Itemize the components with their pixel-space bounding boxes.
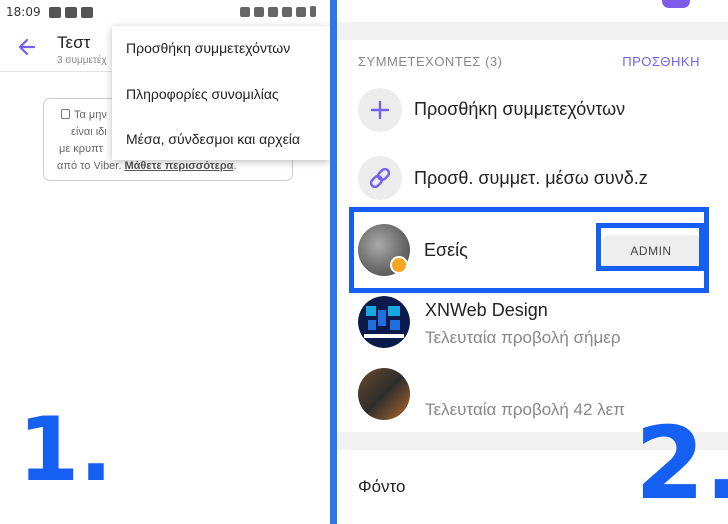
section-separator: [337, 22, 728, 40]
panel-divider: [330, 0, 337, 524]
menu-item-chat-info[interactable]: Πληροφορίες συνομιλίας: [126, 86, 279, 102]
link-icon: [369, 167, 391, 189]
info-line-3: με κρυπτ: [59, 143, 104, 155]
background-setting[interactable]: Φόντο: [358, 477, 405, 497]
info-text-1: Τα μην: [74, 109, 107, 121]
status-time: 18:09: [6, 5, 41, 19]
step-number-2: 2.: [635, 405, 728, 522]
status-bar: 18:09: [0, 0, 330, 24]
info-line-2: είναι ιδι: [71, 126, 107, 138]
right-panel: ΣΥΜΜΕΤΕΧΟΝΤΕΣ (3) ΠΡΟΣΘΗΚΗ Προσθήκη συμμ…: [337, 0, 728, 524]
xnweb-logo-icon: [358, 296, 410, 348]
add-participants-row[interactable]: Προσθήκη συμμετεχόντων: [414, 99, 625, 120]
chat-title[interactable]: Τεστ: [57, 33, 90, 53]
youtube-icon: [80, 6, 93, 18]
highlight-admin-badge: [596, 223, 704, 271]
left-panel: 18:09 Τεστ 3 συμμετέχ Τα μην είναι ιδι μ…: [0, 0, 330, 524]
status-icons: [240, 6, 316, 17]
info-text-4-end: .: [233, 160, 237, 172]
avatar-participant-3[interactable]: [358, 368, 410, 420]
participants-section-title: ΣΥΜΜΕΤΕΧΟΝΤΕΣ (3): [358, 54, 503, 69]
plus-icon: [370, 100, 390, 120]
chat-subtitle: 3 συμμετέχ: [57, 55, 107, 66]
gallery-icon: [48, 6, 61, 18]
bluetooth-icon: [254, 6, 264, 17]
step-number-1: 1.: [18, 398, 113, 501]
add-via-link-row-icon-bg[interactable]: [358, 156, 402, 200]
menu-item-add-participants[interactable]: Προσθήκη συμμετεχόντων: [126, 40, 290, 56]
back-arrow-icon[interactable]: [16, 36, 38, 58]
info-line-4: από το Viber. Μάθετε περισσότερα.: [57, 158, 237, 174]
toggle-switch[interactable]: [662, 0, 690, 8]
menu-item-media-links-files[interactable]: Μέσα, σύνδεσμοι και αρχεία: [126, 131, 300, 147]
volte-icon: [268, 6, 278, 17]
add-participants-link[interactable]: ΠΡΟΣΘΗΚΗ: [622, 54, 700, 69]
overflow-menu: Προσθήκη συμμετεχόντων Πληροφορίες συνομ…: [112, 26, 330, 160]
participant-name-xnweb[interactable]: XNWeb Design: [425, 300, 548, 321]
wifi-icon: [282, 6, 292, 17]
participant-status-xnweb: Τελευταία προβολή σήμερ: [425, 328, 621, 347]
alarm-icon: [240, 6, 250, 17]
add-participant-row-icon-bg[interactable]: [358, 88, 402, 132]
signal-icon: [296, 6, 306, 17]
info-text-4: από το Viber.: [57, 160, 125, 172]
viber-icon: [64, 6, 77, 18]
battery-icon: [310, 6, 316, 17]
info-line-1: Τα μην: [61, 107, 107, 123]
lock-icon: [61, 109, 70, 119]
screenshot-root: 18:09 Τεστ 3 συμμετέχ Τα μην είναι ιδι μ…: [0, 0, 728, 524]
participant-status-3: Τελευταία προβολή 42 λεπ: [425, 400, 625, 419]
learn-more-link[interactable]: Μάθετε περισσότερα: [124, 160, 233, 172]
avatar-xnweb-design[interactable]: [358, 296, 410, 348]
add-via-link-row[interactable]: Προσθ. συμμετ. μέσω συνδ.z: [414, 168, 648, 189]
